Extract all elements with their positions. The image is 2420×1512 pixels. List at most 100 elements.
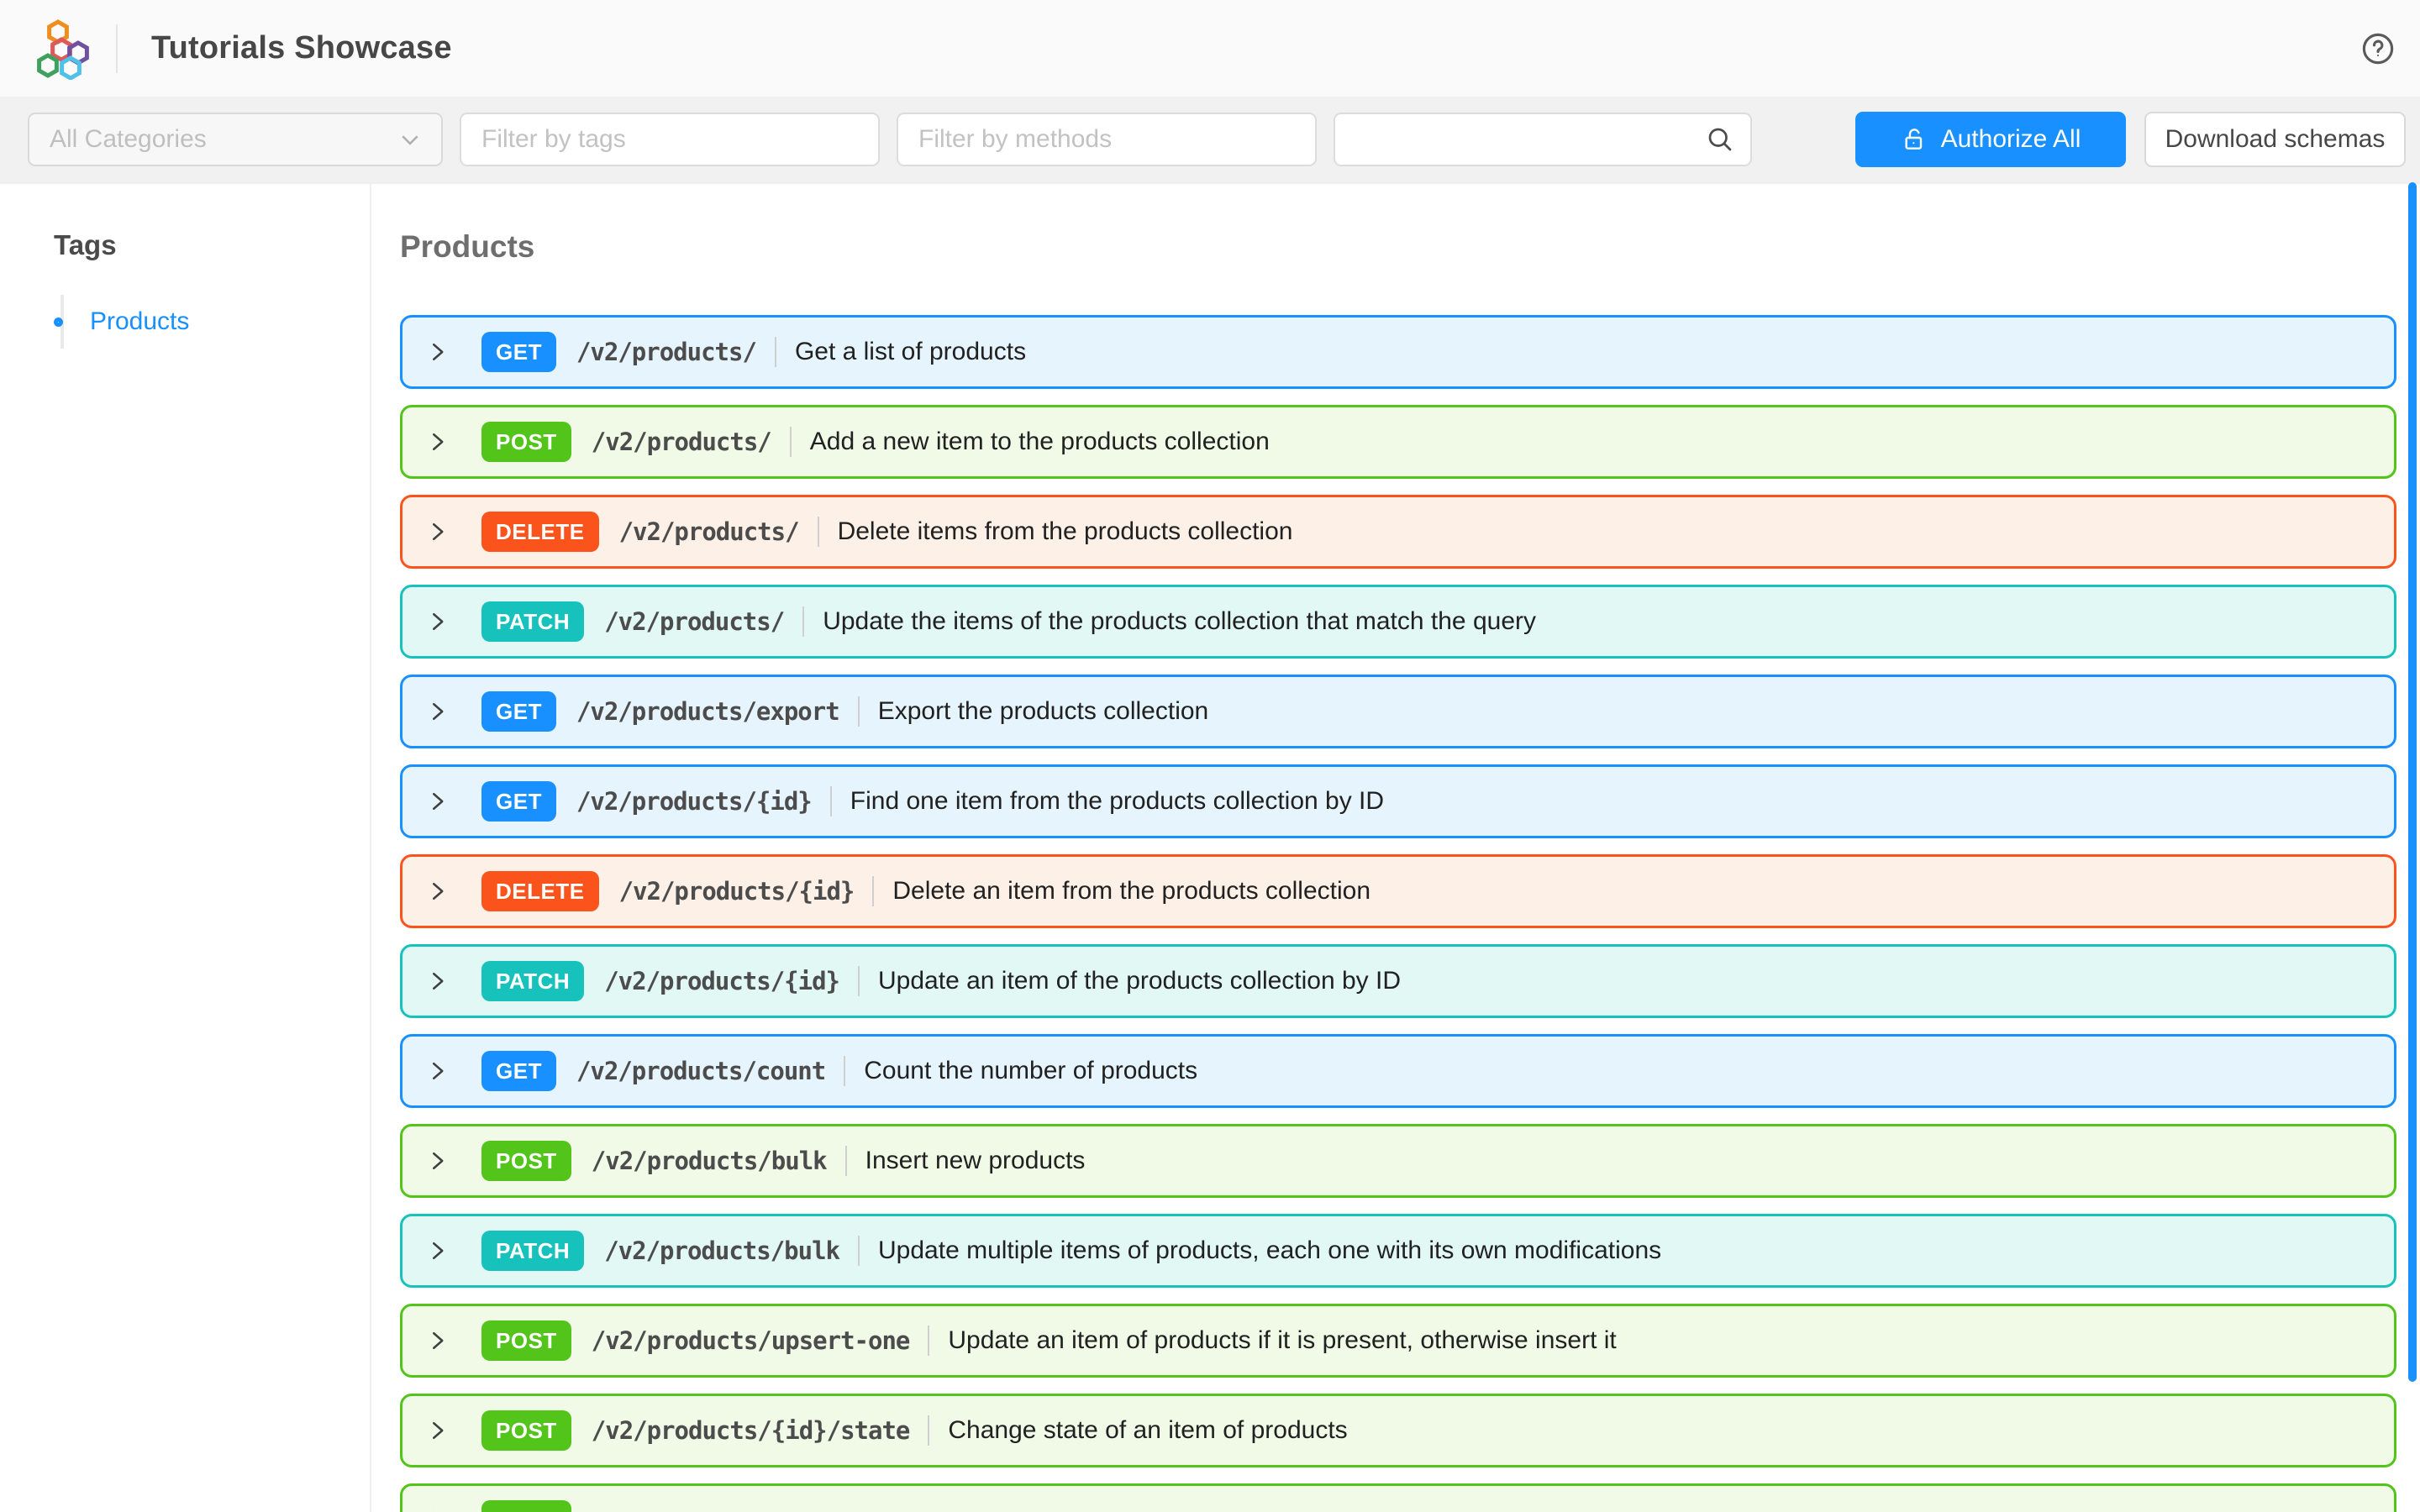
path-description-divider: [818, 517, 819, 547]
path-description-divider: [928, 1326, 929, 1356]
sidebar-heading: Tags: [54, 229, 370, 261]
endpoint-path: /v2/products/export: [576, 697, 839, 726]
page-title: Tutorials Showcase: [151, 30, 452, 66]
endpoint-path: /v2/products/upsert-one: [592, 1326, 910, 1355]
path-description-divider: [845, 1146, 847, 1176]
endpoint-row[interactable]: GET /v2/products/ Get a list of products: [400, 315, 2396, 389]
endpoint-description: Insert new products: [865, 1147, 1086, 1175]
category-select-value: All Categories: [50, 125, 207, 154]
endpoint-path: /v2/products/bulk: [604, 1236, 839, 1265]
scrollbar-thumb[interactable]: [2408, 182, 2417, 1382]
active-anchor-dot-icon: [54, 318, 63, 327]
expand-chevron-icon[interactable]: [424, 1058, 450, 1084]
path-description-divider: [802, 606, 804, 637]
expand-chevron-icon[interactable]: [424, 879, 450, 904]
endpoint-row[interactable]: PATCH /v2/products/bulk Update multiple …: [400, 1214, 2396, 1288]
path-description-divider: [775, 337, 776, 367]
endpoint-row[interactable]: POST /v2/products/ Add a new item to the…: [400, 405, 2396, 479]
path-description-divider: [928, 1415, 929, 1446]
endpoint-path: /v2/products/{id}: [604, 967, 839, 995]
sidebar-item-products[interactable]: Products: [54, 297, 370, 347]
endpoint-row[interactable]: DELETE /v2/products/ Delete items from t…: [400, 495, 2396, 569]
header: Tutorials Showcase: [0, 0, 2420, 97]
method-badge: DELETE: [481, 512, 599, 552]
endpoint-description: Get a list of products: [795, 338, 1026, 366]
section-heading: Products: [400, 229, 2420, 265]
method-badge: GET: [481, 781, 556, 822]
tag-filter-input[interactable]: [460, 113, 880, 166]
endpoint-path: /v2/products/: [619, 517, 799, 546]
endpoint-description: Change state of an item of products: [948, 1416, 1347, 1445]
endpoint-path: /v2/products/{id}: [576, 787, 812, 816]
expand-chevron-icon[interactable]: [424, 1238, 450, 1263]
endpoint-description: Update an item of products if it is pres…: [948, 1326, 1616, 1355]
path-description-divider: [858, 966, 860, 996]
endpoint-description: Export the products collection: [878, 697, 1209, 726]
endpoint-path: /v2/products/: [576, 338, 756, 366]
expand-chevron-icon[interactable]: [424, 1418, 450, 1443]
endpoint-row[interactable]: GET /v2/products/count Count the number …: [400, 1034, 2396, 1108]
method-badge: GET: [481, 332, 556, 372]
sidebar-item-label[interactable]: Products: [90, 307, 189, 336]
endpoint-description: Update the items of the products collect…: [823, 607, 1536, 636]
unlock-icon: [1901, 126, 1928, 153]
endpoint-path: /v2/products/: [604, 607, 784, 636]
endpoint-row[interactable]: PATCH /v2/products/ Update the items of …: [400, 585, 2396, 659]
expand-chevron-icon[interactable]: [424, 609, 450, 634]
endpoint-row[interactable]: POST /v2/products/upsert-one Update an i…: [400, 1304, 2396, 1378]
method-badge: POST: [481, 1141, 571, 1181]
expand-chevron-icon[interactable]: [424, 429, 450, 454]
method-badge: POST: [481, 1410, 571, 1451]
hexagons-logo-icon: [35, 18, 91, 80]
endpoint-path: /v2/products/count: [576, 1057, 825, 1085]
expand-chevron-icon[interactable]: [424, 1508, 450, 1512]
search-icon: [1705, 124, 1735, 155]
category-select[interactable]: All Categories: [28, 113, 443, 166]
endpoint-row[interactable]: POST /v2/products/bulk Insert new produc…: [400, 1124, 2396, 1198]
app-logo: [35, 18, 91, 80]
expand-chevron-icon[interactable]: [424, 969, 450, 994]
method-badge: DELETE: [481, 871, 599, 911]
method-badge: GET: [481, 1051, 556, 1091]
tags-anchor-nav: Products: [54, 297, 370, 347]
expand-chevron-icon[interactable]: [424, 1328, 450, 1353]
expand-chevron-icon[interactable]: [424, 1148, 450, 1173]
download-schemas-button[interactable]: Download schemas: [2144, 112, 2406, 167]
chevron-down-icon: [397, 127, 423, 152]
authorize-all-button[interactable]: Authorize All: [1855, 112, 2126, 167]
search-input[interactable]: [1334, 113, 1752, 166]
endpoint-row[interactable]: POST: [400, 1483, 2396, 1512]
endpoint-row[interactable]: GET /v2/products/export Export the produ…: [400, 675, 2396, 748]
expand-chevron-icon[interactable]: [424, 789, 450, 814]
download-schemas-label: Download schemas: [2165, 125, 2386, 154]
endpoint-description: Add a new item to the products collectio…: [810, 428, 1270, 456]
help-icon[interactable]: [2360, 30, 2396, 67]
method-badge: GET: [481, 691, 556, 732]
method-badge: POST: [481, 422, 571, 462]
expand-chevron-icon[interactable]: [424, 339, 450, 365]
endpoint-row[interactable]: DELETE /v2/products/{id} Delete an item …: [400, 854, 2396, 928]
endpoint-description: Delete an item from the products collect…: [892, 877, 1370, 906]
endpoint-description: Update multiple items of products, each …: [878, 1236, 1661, 1265]
endpoint-description: Update an item of the products collectio…: [878, 967, 1401, 995]
path-description-divider: [858, 1236, 860, 1266]
endpoint-row[interactable]: GET /v2/products/{id} Find one item from…: [400, 764, 2396, 838]
header-divider: [116, 24, 118, 73]
search-box: [1334, 113, 1752, 166]
endpoint-description: Delete items from the products collectio…: [838, 517, 1293, 546]
path-description-divider: [858, 696, 860, 727]
endpoint-row[interactable]: POST /v2/products/{id}/state Change stat…: [400, 1394, 2396, 1467]
content-area: Tags Products Products GET /v2/products/…: [0, 182, 2420, 1512]
expand-chevron-icon[interactable]: [424, 519, 450, 544]
endpoint-description: Find one item from the products collecti…: [850, 787, 1384, 816]
method-badge: PATCH: [481, 961, 584, 1001]
endpoint-path: /v2/products/{id}/state: [592, 1416, 910, 1445]
endpoint-path: /v2/products/{id}: [619, 877, 855, 906]
endpoint-row[interactable]: PATCH /v2/products/{id} Update an item o…: [400, 944, 2396, 1018]
path-description-divider: [844, 1056, 845, 1086]
path-description-divider: [790, 427, 792, 457]
expand-chevron-icon[interactable]: [424, 699, 450, 724]
authorize-all-label: Authorize All: [1941, 125, 2081, 154]
method-filter-input[interactable]: [897, 113, 1317, 166]
path-description-divider: [830, 786, 832, 816]
